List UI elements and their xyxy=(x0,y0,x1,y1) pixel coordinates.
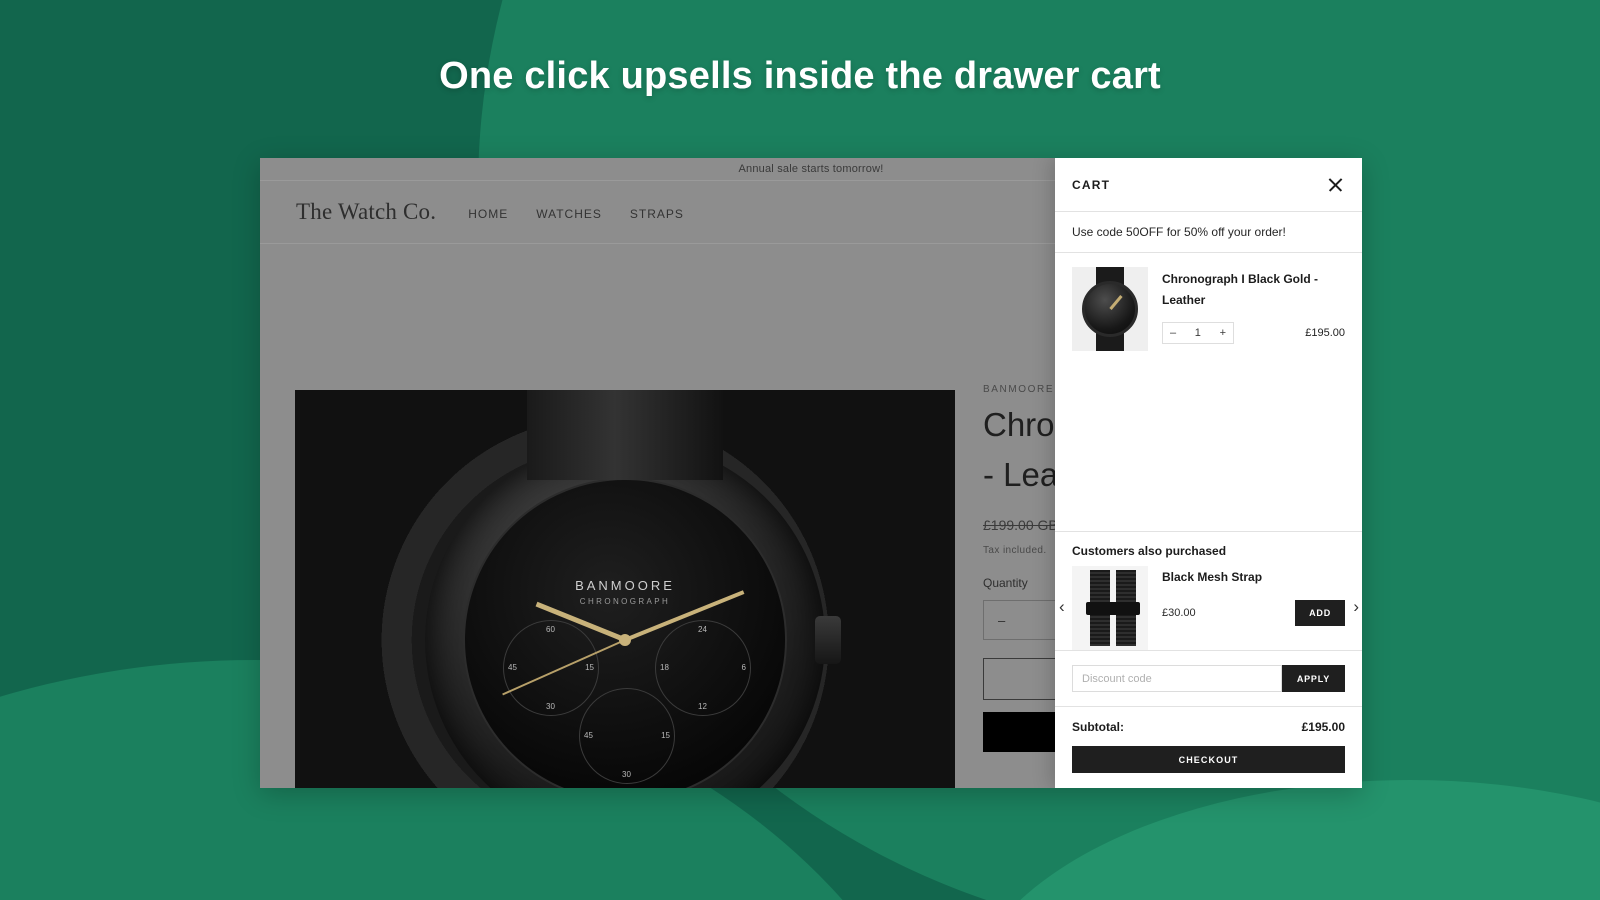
store-logo[interactable]: The Watch Co. xyxy=(296,199,436,225)
watch-hand-pivot xyxy=(619,634,631,646)
checkout-button[interactable]: CHECKOUT xyxy=(1072,746,1345,773)
subdial-right: 24 18 6 12 xyxy=(655,620,751,716)
subdial-left-tick-1: 45 xyxy=(508,663,517,672)
watch-crown-graphic xyxy=(815,616,841,664)
cart-item-price: £195.00 xyxy=(1305,327,1345,339)
close-icon[interactable] xyxy=(1325,175,1345,195)
chevron-left-icon[interactable]: ‹ xyxy=(1059,598,1065,615)
mesh-strap-buckle-graphic xyxy=(1086,602,1140,615)
chevron-right-icon[interactable]: › xyxy=(1353,598,1359,615)
announcement-text: Annual sale starts tomorrow! xyxy=(738,163,884,175)
subdial-right-tick-0: 24 xyxy=(698,625,707,634)
cart-item-quantity-value: 1 xyxy=(1194,327,1201,339)
main-nav: HOME WATCHES STRAPS xyxy=(468,204,684,221)
subtotal-value: £195.00 xyxy=(1301,720,1345,734)
subtotal-row: Subtotal: £195.00 xyxy=(1072,720,1345,734)
cart-item-quantity-stepper[interactable]: – 1 + xyxy=(1162,322,1234,344)
product-quantity-minus[interactable]: – xyxy=(998,613,1005,628)
subdial-left-tick-3: 30 xyxy=(546,702,555,711)
subdial-left-tick-0: 60 xyxy=(546,625,555,634)
subdial-bottom-tick-2: 30 xyxy=(622,770,631,779)
cart-promo-bar: Use code 50OFF for 50% off your order! xyxy=(1055,212,1362,253)
watch-strap-top xyxy=(527,390,723,480)
dial-subtext: CHRONOGRAPH xyxy=(579,597,671,606)
apply-discount-button[interactable]: APPLY xyxy=(1281,665,1345,692)
cart-drawer: CART Use code 50OFF for 50% off your ord… xyxy=(1055,158,1362,788)
upsell-heading: Customers also purchased xyxy=(1072,544,1227,558)
discount-section: APPLY xyxy=(1055,650,1362,706)
upsell-product-details: Black Mesh Strap £30.00 ADD xyxy=(1162,566,1345,626)
cart-items-list: Chronograph I Black Gold - Leather – 1 +… xyxy=(1055,253,1362,531)
discount-code-input[interactable] xyxy=(1072,665,1282,692)
nav-item-straps[interactable]: STRAPS xyxy=(630,207,684,221)
storefront-screenshot: Annual sale starts tomorrow! The Watch C… xyxy=(260,158,1362,788)
subdial-right-tick-1: 18 xyxy=(660,663,669,672)
cart-item-details: Chronograph I Black Gold - Leather – 1 +… xyxy=(1162,267,1345,351)
upsell-product-thumbnail[interactable] xyxy=(1072,566,1148,650)
headline: One click upsells inside the drawer cart xyxy=(439,55,1161,97)
watch-dial-graphic: BANMOORE CHRONOGRAPH 60 45 15 30 24 18 6 xyxy=(463,478,787,788)
subdial-right-tick-3: 12 xyxy=(698,702,707,711)
upsell-product-name[interactable]: Black Mesh Strap xyxy=(1162,570,1345,584)
cart-promo-text: Use code 50OFF for 50% off your order! xyxy=(1072,225,1286,239)
product-image[interactable]: BANMOORE CHRONOGRAPH 60 45 15 30 24 18 6 xyxy=(295,390,955,788)
cart-line-item: Chronograph I Black Gold - Leather – 1 +… xyxy=(1072,267,1345,351)
watch-case-graphic: BANMOORE CHRONOGRAPH 60 45 15 30 24 18 6 xyxy=(425,390,841,788)
dial-brand-text: BANMOORE xyxy=(575,578,675,593)
subdial-bottom-tick-1: 15 xyxy=(661,731,670,740)
subdial-right-tick-2: 6 xyxy=(741,663,746,672)
cart-upsell-section: Customers also purchased ‹ › Black Mesh … xyxy=(1055,531,1362,650)
cart-item-watch-graphic xyxy=(1082,281,1138,337)
cart-item-controls: – 1 + £195.00 xyxy=(1162,322,1345,344)
cart-footer: Subtotal: £195.00 CHECKOUT xyxy=(1055,706,1362,788)
upsell-product: Black Mesh Strap £30.00 ADD xyxy=(1072,566,1345,650)
subtotal-label: Subtotal: xyxy=(1072,720,1124,734)
cart-item-thumbnail[interactable] xyxy=(1072,267,1148,351)
cart-drawer-header: CART xyxy=(1055,158,1362,212)
upsell-product-price: £30.00 xyxy=(1162,607,1196,619)
subdial-left: 60 45 15 30 xyxy=(503,620,599,716)
subdial-bottom-tick-0: 45 xyxy=(584,731,593,740)
cart-title: CART xyxy=(1072,177,1111,192)
subdial-bottom: 45 15 30 xyxy=(579,688,675,784)
cart-item-quantity-plus[interactable]: + xyxy=(1220,327,1226,339)
cart-item-title[interactable]: Chronograph I Black Gold - Leather xyxy=(1162,269,1345,311)
upsell-product-footer: £30.00 ADD xyxy=(1162,600,1345,626)
upsell-add-button[interactable]: ADD xyxy=(1295,600,1345,626)
subdial-left-tick-2: 15 xyxy=(585,663,594,672)
cart-item-quantity-minus[interactable]: – xyxy=(1170,327,1176,339)
nav-item-watches[interactable]: WATCHES xyxy=(536,207,602,221)
nav-item-home[interactable]: HOME xyxy=(468,207,508,221)
